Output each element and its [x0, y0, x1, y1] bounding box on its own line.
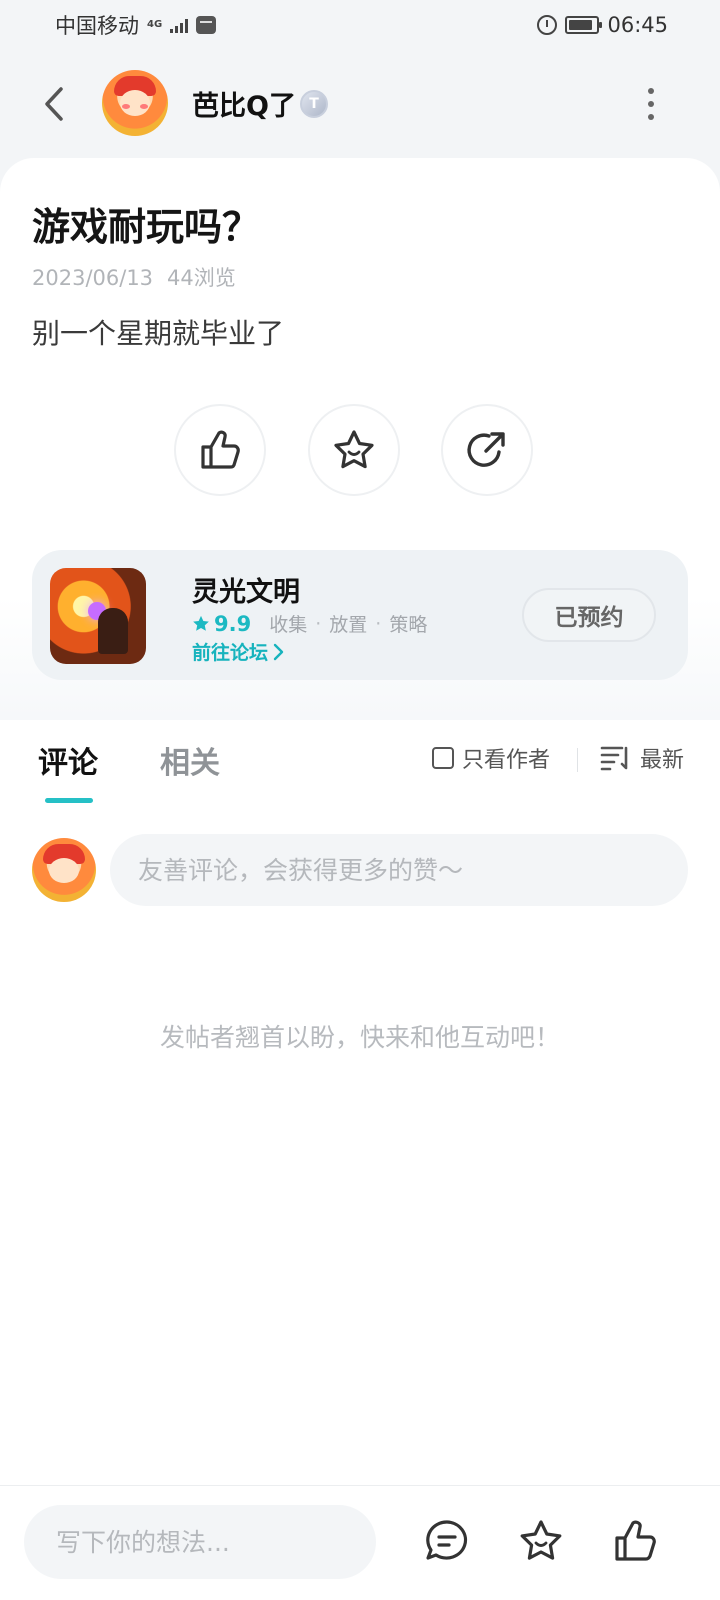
divider — [577, 748, 578, 772]
more-options-button[interactable] — [644, 88, 658, 120]
battery-icon — [565, 16, 603, 34]
like-icon — [201, 430, 240, 469]
current-user-avatar — [32, 838, 96, 902]
empty-comments-hint: 发帖者翘首以盼，快来和他互动吧！ — [159, 1023, 560, 1052]
tab-related[interactable]: 相关 — [160, 738, 220, 782]
game-tag: 收集 — [269, 614, 308, 636]
like-bottom-button[interactable] — [610, 1516, 660, 1566]
reply-input[interactable] — [24, 1505, 376, 1579]
clock: 06:45 — [607, 13, 668, 37]
post-meta: 2023/06/13 44浏览 — [32, 262, 236, 292]
level-badge: T — [300, 90, 328, 118]
game-name[interactable]: 灵光文明 — [192, 570, 300, 609]
checkbox-icon[interactable] — [432, 747, 454, 769]
back-arrow-icon — [45, 87, 63, 121]
game-tag: 放置 — [329, 614, 368, 636]
bottom-bar — [0, 1485, 720, 1600]
comment-input[interactable] — [110, 834, 688, 906]
game-rating: 9.9 — [192, 612, 251, 636]
post-title: 游戏耐玩吗？ — [32, 205, 261, 249]
comment-button[interactable] — [422, 1516, 472, 1566]
star-icon — [520, 1520, 562, 1560]
comments-section: 评论 相关 只看作者 最新 发帖者翘首以盼，快来和他互动吧！ — [0, 720, 720, 1485]
status-bar: 中国移动 4G 06:45 — [0, 0, 720, 50]
post-views: 44浏览 — [167, 266, 236, 290]
star-filled-icon — [193, 615, 209, 631]
share-button[interactable] — [441, 404, 533, 496]
post-body: 别一个星期就毕业了 — [32, 317, 285, 350]
post-header: 芭比Q了 T — [0, 62, 720, 146]
game-info: 9.9 收集 · 放置 · 策略 — [192, 610, 427, 637]
post-card: 游戏耐玩吗？ 2023/06/13 44浏览 别一个星期就毕业了 灵光文明 9.9 — [0, 158, 720, 720]
tab-comments[interactable]: 评论 — [38, 738, 98, 782]
forum-link[interactable]: 前往论坛 — [192, 638, 284, 665]
signal-icon — [170, 17, 189, 33]
reserve-button[interactable]: 已预约 — [522, 588, 656, 642]
chevron-right-icon — [273, 643, 284, 660]
star-icon — [334, 430, 374, 469]
share-icon — [467, 432, 505, 467]
game-card[interactable]: 灵光文明 9.9 收集 · 放置 · 策略 前往论坛 已预约 — [32, 550, 688, 680]
post-date: 2023/06/13 — [32, 266, 154, 290]
sort-icon — [600, 746, 628, 771]
like-icon — [615, 1520, 656, 1561]
sort-button[interactable]: 最新 — [600, 742, 684, 774]
favorite-button[interactable] — [308, 404, 400, 496]
more-vertical-icon — [648, 88, 654, 94]
carrier-label: 中国移动 — [55, 14, 139, 38]
author-avatar[interactable] — [102, 70, 168, 136]
game-tag: 策略 — [389, 614, 428, 636]
author-name[interactable]: 芭比Q了 — [192, 84, 296, 123]
notification-icon — [196, 16, 217, 34]
only-author-toggle[interactable]: 只看作者 — [432, 742, 550, 774]
game-icon[interactable] — [50, 568, 146, 664]
alarm-icon — [537, 15, 558, 35]
network-type: 4G — [147, 19, 163, 30]
favorite-bottom-button[interactable] — [516, 1516, 566, 1566]
like-button[interactable] — [174, 404, 266, 496]
back-button[interactable] — [34, 80, 74, 128]
comment-icon — [426, 1520, 468, 1560]
active-tab-indicator — [45, 798, 93, 803]
